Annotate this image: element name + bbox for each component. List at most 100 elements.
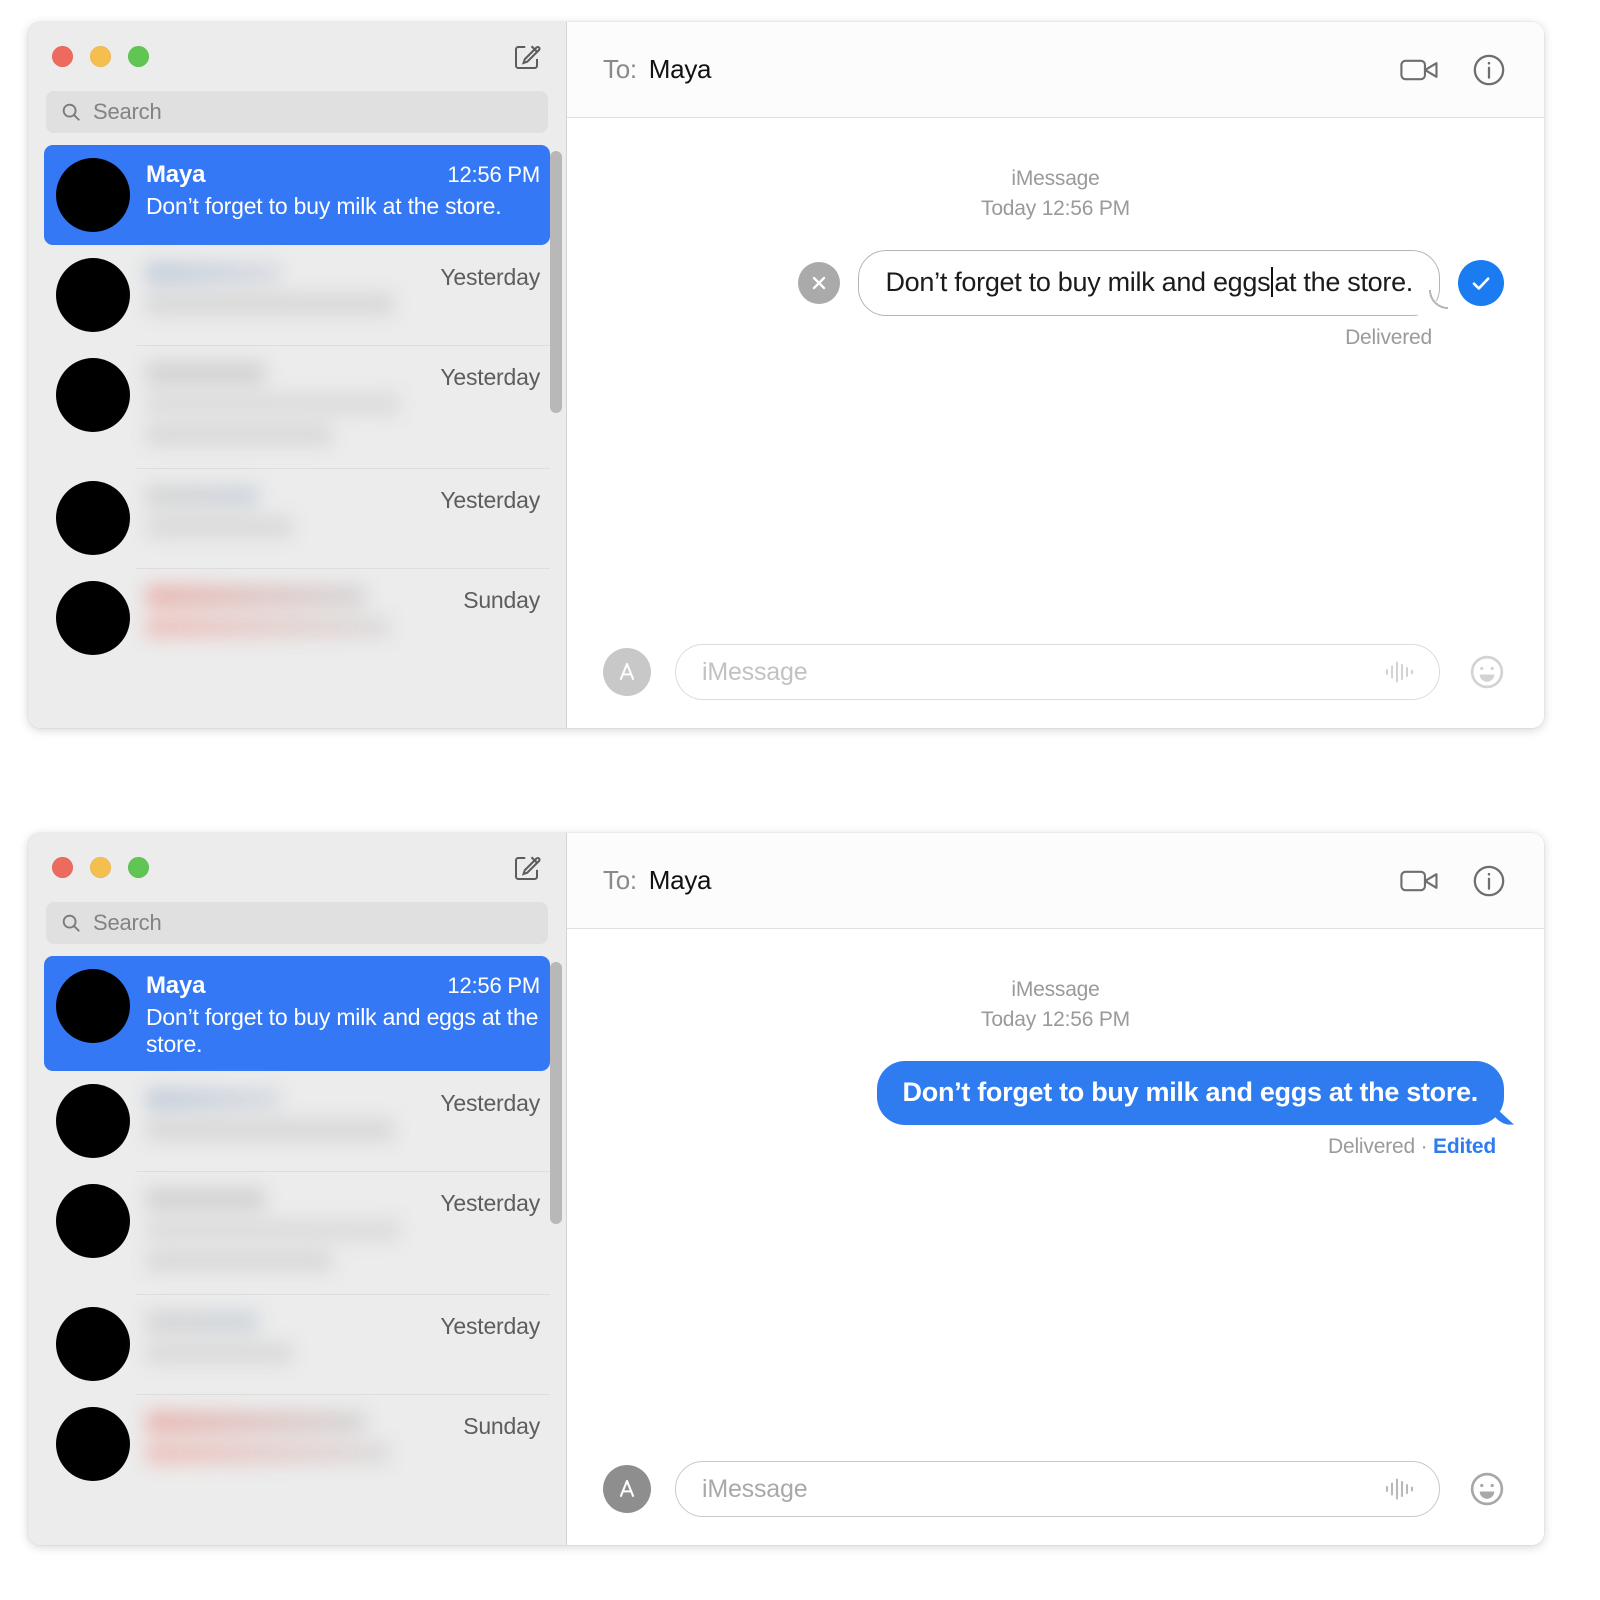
redacted-preview <box>146 262 428 324</box>
traffic-lights <box>52 46 149 67</box>
message-status: Delivered <box>1345 325 1432 349</box>
smiley-face-icon[interactable] <box>1464 649 1510 695</box>
video-camera-icon[interactable] <box>1400 55 1440 85</box>
conversation-body: Yesterday <box>146 358 540 455</box>
info-circle-icon[interactable] <box>1472 864 1506 898</box>
maximize-window-button[interactable] <box>128 46 149 67</box>
info-circle-icon[interactable] <box>1472 53 1506 87</box>
text-caret <box>1271 266 1274 297</box>
conversation-body: Yesterday <box>146 258 540 324</box>
avatar <box>56 481 130 555</box>
sidebar-scrollbar[interactable] <box>550 151 562 651</box>
scrollbar-thumb[interactable] <box>550 962 562 1224</box>
recipient-name[interactable]: Maya <box>649 54 712 85</box>
chat-pane: To: Maya iMessage Today 12:56 PM Don’t f… <box>567 833 1544 1545</box>
conversation-sidebar: Search Maya 12:56 PM Don’t forget to buy… <box>28 833 567 1545</box>
scrollbar-thumb[interactable] <box>550 151 562 413</box>
audio-waveform-icon[interactable] <box>1383 657 1417 687</box>
conversation-time: 12:56 PM <box>447 973 540 998</box>
message-input[interactable]: iMessage <box>675 1461 1440 1517</box>
screenshot-root: Search Maya 12:56 PM Don’t forget to buy… <box>0 0 1600 1600</box>
conversation-list[interactable]: Maya 12:56 PM Don’t forget to buy milk a… <box>28 145 566 728</box>
conversation-body: Sunday <box>146 1407 540 1473</box>
message-row: Don’t forget to buy milk and eggs at the… <box>607 1060 1504 1125</box>
to-label: To: <box>603 54 637 84</box>
redacted-preview <box>146 1410 451 1473</box>
app-store-icon[interactable] <box>603 1465 651 1513</box>
close-window-button[interactable] <box>52 46 73 67</box>
avatar <box>56 1183 130 1258</box>
maximize-window-button[interactable] <box>128 857 149 878</box>
search-input[interactable]: Search <box>46 91 548 133</box>
search-container: Search <box>28 902 566 956</box>
search-container: Search <box>28 91 566 145</box>
message-text-before-caret: Don’t forget to buy milk and eggs <box>885 266 1271 297</box>
redacted-preview <box>146 1310 428 1373</box>
to-label: To: <box>603 865 637 895</box>
message-input-placeholder: iMessage <box>702 1474 808 1503</box>
conversation-row[interactable]: Yesterday <box>44 345 550 468</box>
message-timestamp: Today 12:56 PM <box>981 196 1130 220</box>
message-timestamp: Today 12:56 PM <box>981 1007 1130 1031</box>
conversation-list[interactable]: Maya 12:56 PM Don’t forget to buy milk a… <box>28 956 566 1545</box>
conversation-preview: Don’t forget to buy milk and eggs at the… <box>146 1004 539 1057</box>
sidebar-titlebar <box>28 22 566 91</box>
search-input[interactable]: Search <box>46 902 548 944</box>
header-actions <box>1400 864 1506 898</box>
sidebar-titlebar <box>28 833 566 902</box>
recipient-name[interactable]: Maya <box>649 865 712 896</box>
bubble-tail <box>1417 300 1439 315</box>
avatar <box>56 1306 130 1381</box>
conversation-date: Sunday <box>463 587 540 613</box>
conversation-row-maya[interactable]: Maya 12:56 PM Don’t forget to buy milk a… <box>44 145 550 245</box>
chat-header: To: Maya <box>567 833 1544 929</box>
service-label: iMessage <box>1011 167 1100 190</box>
conversation-date: Yesterday <box>440 1312 540 1339</box>
conversation-row[interactable]: Sunday <box>44 1393 550 1494</box>
conversation-header: Maya 12:56 PM <box>146 161 540 189</box>
message-input[interactable]: iMessage <box>675 644 1440 700</box>
conversation-header: Maya 12:56 PM <box>146 972 540 1000</box>
redacted-preview <box>146 362 428 455</box>
status-separator: · <box>1420 1134 1428 1158</box>
close-circle-icon[interactable] <box>798 261 841 304</box>
compose-icon[interactable] <box>510 40 544 74</box>
message-thread: iMessage Today 12:56 PM Don’t forget to … <box>567 929 1544 1433</box>
header-actions <box>1400 53 1506 87</box>
avatar <box>56 258 130 332</box>
smiley-face-icon[interactable] <box>1464 1466 1510 1512</box>
redacted-preview <box>146 485 428 547</box>
conversation-date: Yesterday <box>440 1189 540 1216</box>
conversation-row[interactable]: Yesterday <box>44 245 550 345</box>
conversation-name: Maya <box>146 161 206 188</box>
conversation-row[interactable]: Yesterday <box>44 468 550 568</box>
conversation-date: Yesterday <box>440 487 540 513</box>
message-input-placeholder: iMessage <box>702 657 808 686</box>
conversation-row[interactable]: Yesterday <box>44 1071 550 1171</box>
checkmark-circle-icon[interactable] <box>1458 259 1504 306</box>
conversation-row-maya[interactable]: Maya 12:56 PM Don’t forget to buy milk a… <box>44 956 550 1071</box>
conversation-time: 12:56 PM <box>447 162 540 187</box>
sidebar-scrollbar[interactable] <box>550 962 562 1462</box>
chat-header: To: Maya <box>567 22 1544 118</box>
audio-waveform-icon[interactable] <box>1383 1474 1417 1504</box>
conversation-body: Maya 12:56 PM Don’t forget to buy milk a… <box>146 969 540 1058</box>
minimize-window-button[interactable] <box>90 857 111 878</box>
close-window-button[interactable] <box>52 857 73 878</box>
minimize-window-button[interactable] <box>90 46 111 67</box>
message-bubble-editing[interactable]: Don’t forget to buy milk and eggs at the … <box>858 249 1448 316</box>
search-icon <box>60 101 82 123</box>
compose-icon[interactable] <box>510 851 544 885</box>
app-store-icon[interactable] <box>603 648 651 696</box>
conversation-row[interactable]: Yesterday <box>44 1170 550 1294</box>
status-edited-link[interactable]: Edited <box>1433 1135 1496 1158</box>
chat-pane: To: Maya iMessage Today 12:56 PM Don’t f… <box>567 22 1544 728</box>
redacted-preview <box>146 1087 428 1150</box>
conversation-body: Sunday <box>146 581 540 647</box>
video-camera-icon[interactable] <box>1400 866 1440 896</box>
conversation-row[interactable]: Sunday <box>44 568 550 668</box>
message-bubble-sent[interactable]: Don’t forget to buy milk and eggs at the… <box>876 1060 1504 1125</box>
conversation-date: Yesterday <box>440 264 540 290</box>
message-composer: iMessage <box>567 616 1544 728</box>
conversation-row[interactable]: Yesterday <box>44 1293 550 1394</box>
